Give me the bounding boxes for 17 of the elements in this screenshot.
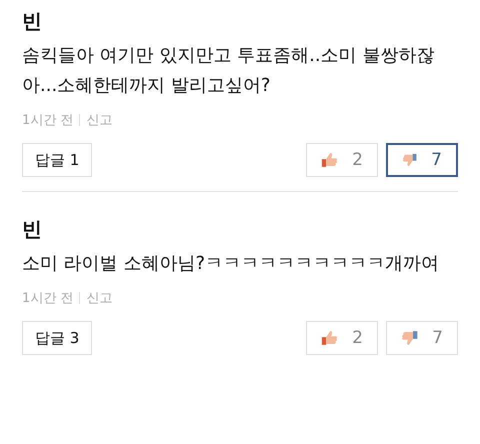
comment-time: 1시간 전 bbox=[22, 112, 74, 129]
comment-text: 소미 라이벌 소혜아님?ㅋㅋㅋㅋㅋㅋㅋㅋㅋㅋ개까여 bbox=[22, 252, 440, 276]
reply-button[interactable]: 답글 1 bbox=[22, 143, 92, 177]
thumbs-up-icon bbox=[321, 328, 338, 348]
report-link[interactable]: 신고 bbox=[86, 289, 112, 307]
thumbs-up-icon bbox=[321, 150, 338, 170]
dislike-button[interactable]: 7 bbox=[386, 321, 458, 355]
author-name: 빈 bbox=[22, 216, 43, 243]
like-button[interactable]: 2 bbox=[306, 143, 378, 177]
reply-button[interactable]: 답글 3 bbox=[22, 321, 92, 355]
comment-time: 1시간 전 bbox=[22, 290, 74, 307]
author-name: 빈 bbox=[22, 8, 43, 35]
thumbs-down-icon bbox=[401, 328, 418, 348]
comment-text: 솜킥들아 여기만 있지만고 투표좀해..소미 불쌍하잖아...소혜한테까지 발리고싶어? bbox=[22, 44, 436, 98]
dislike-button[interactable]: 7 bbox=[386, 143, 458, 177]
report-link[interactable]: 신고 bbox=[86, 111, 112, 129]
like-button[interactable]: 2 bbox=[306, 321, 378, 355]
